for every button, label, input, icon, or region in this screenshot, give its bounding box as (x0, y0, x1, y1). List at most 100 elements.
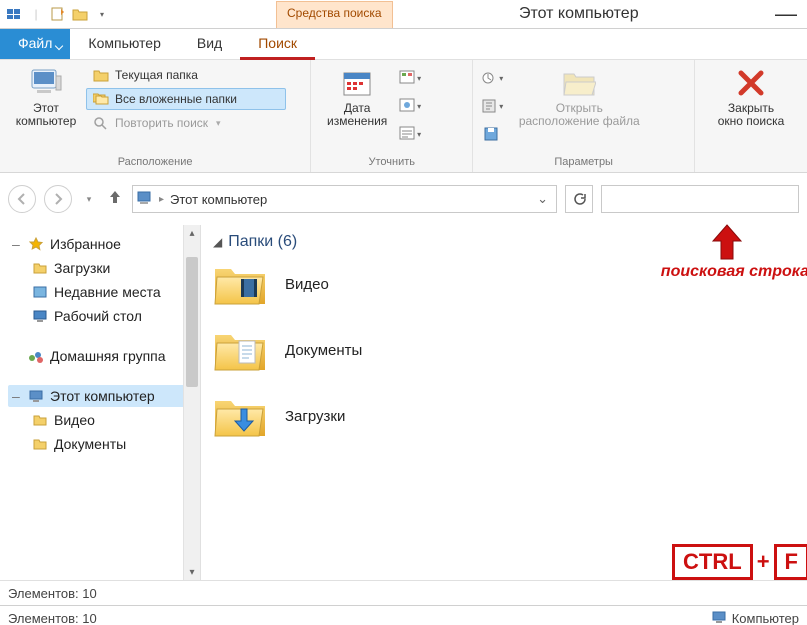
scroll-thumb[interactable] (186, 257, 198, 387)
window-icon (6, 6, 22, 22)
calendar-icon (340, 66, 374, 100)
date-modified-button[interactable]: Дата изменения (317, 62, 397, 154)
key-f: F (774, 544, 807, 580)
homegroup-icon (28, 348, 44, 364)
qat-dropdown-icon[interactable]: ▾ (94, 6, 110, 22)
minimize-button[interactable]: — (765, 1, 807, 27)
navigation-bar: ▾ ▸ Этот компьютер ⌄ (0, 173, 807, 225)
scroll-up-icon[interactable]: ▴ (184, 225, 200, 241)
collapse-icon[interactable]: – (12, 236, 22, 252)
breadcrumb-dropdown-icon[interactable]: ⌄ (533, 191, 552, 207)
tree-this-pc-label: Этот компьютер (50, 388, 155, 404)
new-folder-icon[interactable] (72, 6, 88, 22)
all-subfolders-button[interactable]: Все вложенные папки (86, 88, 286, 110)
tree-homegroup[interactable]: – Домашняя группа (8, 345, 192, 367)
computer-status-icon (712, 611, 726, 625)
tree-recent-label: Недавние места (54, 284, 161, 300)
folders-section-header[interactable]: ◢ Папки (6) (213, 233, 795, 251)
properties-icon[interactable] (50, 6, 66, 22)
tree-documents-label: Документы (54, 436, 126, 452)
folder-item-downloads[interactable]: Загрузки (213, 393, 795, 439)
arrow-right-icon (51, 192, 65, 206)
search-again-label: Повторить поиск (115, 116, 208, 130)
tree-desktop-label: Рабочий стол (54, 308, 142, 324)
tree-this-pc[interactable]: – Этот компьютер (8, 385, 192, 407)
folder-item-videos[interactable]: Видео (213, 261, 795, 307)
folder-down-icon (32, 260, 48, 276)
status-items-2: Элементов: 10 (8, 611, 97, 625)
search-input[interactable] (601, 185, 799, 213)
folder-item-documents[interactable]: Документы (213, 327, 795, 373)
recent-places-icon (32, 284, 48, 300)
folder-video-icon (32, 412, 48, 428)
contextual-tab-label: Средства поиска (276, 1, 393, 28)
computer-icon (29, 66, 63, 100)
properties-small-icon (399, 126, 417, 142)
kind-icon (399, 70, 417, 86)
all-subfolders-label: Все вложенные папки (115, 92, 237, 106)
tree-videos[interactable]: Видео (8, 409, 192, 431)
star-icon (28, 236, 44, 252)
tab-computer[interactable]: Компьютер (70, 29, 178, 59)
status-computer-label: Компьютер (732, 611, 799, 625)
open-location-label: Открыть расположение файла (519, 102, 640, 128)
advanced-options-button[interactable]: ▾ (479, 94, 505, 118)
current-folder-button[interactable]: Текущая папка (86, 64, 286, 86)
tree-favorites-label: Избранное (50, 236, 121, 252)
tab-view[interactable]: Вид (179, 29, 240, 59)
content-pane: ◢ Папки (6) Видео Документы Загрузки пои… (201, 225, 807, 580)
refresh-button[interactable] (565, 185, 593, 213)
collapse-icon[interactable]: – (12, 388, 22, 404)
tab-file[interactable]: Файл (0, 29, 70, 59)
recent-icon (481, 70, 499, 86)
address-bar[interactable]: ▸ Этот компьютер ⌄ (132, 185, 557, 213)
folders-section-label: Папки (6) (228, 233, 297, 251)
plus-icon: + (757, 549, 770, 575)
key-ctrl: CTRL (672, 544, 753, 580)
forward-button[interactable] (44, 185, 72, 213)
chevron-down-icon: ◢ (213, 235, 222, 249)
tab-search[interactable]: Поиск (240, 29, 315, 59)
tree-downloads[interactable]: Загрузки (8, 257, 192, 279)
advanced-icon (481, 98, 499, 114)
search-again-button[interactable]: Повторить поиск ▾ (86, 112, 286, 134)
date-modified-label: Дата изменения (327, 102, 387, 128)
annotation-hotkey: CTRL + F (672, 544, 807, 580)
tree-recent[interactable]: Недавние места (8, 281, 192, 303)
qat-separator: | (28, 6, 44, 22)
history-dropdown[interactable]: ▾ (80, 186, 98, 212)
group-label-options: Параметры (479, 154, 688, 172)
up-button[interactable] (106, 189, 124, 210)
video-folder-icon (213, 261, 267, 307)
size-icon (399, 98, 417, 114)
options-small-buttons: ▾ ▾ (479, 62, 509, 154)
folder-docs-icon (32, 436, 48, 452)
ribbon-tabs: Файл Компьютер Вид Поиск (0, 29, 807, 60)
recent-searches-button[interactable]: ▾ (479, 66, 505, 90)
downloads-folder-icon (213, 393, 267, 439)
ribbon-group-close: Закрыть окно поиска (695, 60, 807, 172)
breadcrumb-sep-icon: ▸ (159, 194, 164, 205)
save-search-button[interactable] (479, 122, 505, 146)
folders-stack-icon (93, 91, 109, 107)
sidebar-scrollbar[interactable]: ▴ ▾ (183, 225, 200, 580)
size-button[interactable]: ▾ (397, 94, 423, 118)
scroll-down-icon[interactable]: ▾ (184, 564, 200, 580)
close-search-button[interactable]: Закрыть окно поиска (701, 62, 801, 166)
navigation-pane: – Избранное Загрузки Недавние места Рабо… (0, 225, 201, 580)
breadcrumb-pc-icon (137, 191, 153, 208)
close-search-label: Закрыть окно поиска (718, 102, 785, 128)
kind-button[interactable]: ▾ (397, 66, 423, 90)
tree-documents[interactable]: Документы (8, 433, 192, 455)
window-title: Этот компьютер (393, 5, 765, 23)
open-location-button: Открыть расположение файла (509, 62, 649, 154)
tree-desktop[interactable]: Рабочий стол (8, 305, 192, 327)
tree-favorites[interactable]: – Избранное (8, 233, 192, 255)
documents-folder-icon (213, 327, 267, 373)
this-pc-button[interactable]: Этот компьютер (6, 62, 86, 154)
ribbon-group-refine: Дата изменения ▾ ▾ ▾ Уточнить (311, 60, 473, 172)
other-props-button[interactable]: ▾ (397, 122, 423, 146)
ribbon-group-location: Этот компьютер Текущая папка Все вложенн… (0, 60, 311, 172)
back-button[interactable] (8, 185, 36, 213)
tree-homegroup-label: Домашняя группа (50, 348, 166, 364)
